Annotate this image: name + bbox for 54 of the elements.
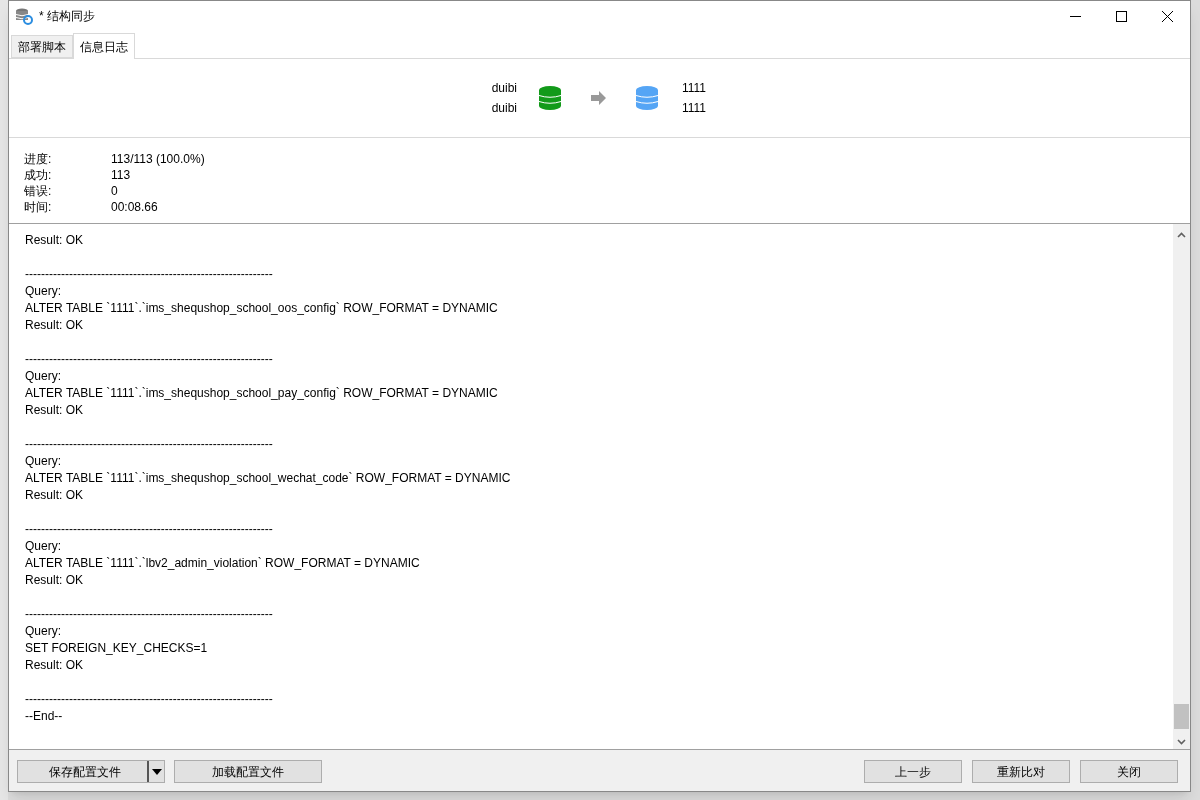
database-icon bbox=[636, 86, 658, 110]
log-line: --End-- bbox=[25, 708, 63, 725]
log-line: Query: bbox=[25, 283, 61, 300]
stat-value: 113/113 (100.0%) bbox=[111, 151, 205, 168]
scrollbar[interactable] bbox=[1173, 224, 1190, 749]
dialog-button[interactable]: 上一步 bbox=[864, 760, 962, 783]
log-line: Result: OK bbox=[25, 487, 84, 504]
database-sync-icon bbox=[15, 7, 33, 25]
log-line: -------------------------------------------------------------- bbox=[25, 436, 273, 453]
log-line: -------------------------------------------------------------- bbox=[25, 266, 273, 283]
stat-value: 0 bbox=[111, 183, 118, 200]
stat-label: 错误: bbox=[24, 183, 53, 200]
target-name: 1111 bbox=[682, 99, 708, 117]
maximize-icon bbox=[1115, 10, 1127, 22]
scroll-down-icon[interactable] bbox=[1177, 739, 1186, 745]
log-line: ALTER TABLE `1111`.`ims_shequshop_school_oos_config` ROW_FORMAT = DYNAMIC bbox=[25, 300, 498, 317]
tab[interactable]: 部署脚本 bbox=[11, 35, 73, 58]
log-line: Result: OK bbox=[25, 402, 84, 419]
stat-label: 时间: bbox=[24, 199, 53, 216]
target-name: 1111 bbox=[682, 79, 708, 97]
log-line: SET FOREIGN_KEY_CHECKS=1 bbox=[25, 640, 208, 657]
log-line: -------------------------------------------------------------- bbox=[25, 351, 273, 368]
source-name: duibi bbox=[491, 99, 517, 117]
stat-value: 113 bbox=[111, 167, 131, 184]
log-line: ALTER TABLE `1111`.`lbv2_admin_violation` ROW_FORMAT = DYNAMIC bbox=[25, 555, 420, 572]
log-line: ALTER TABLE `1111`.`ims_shequshop_school_wechat_code` ROW_FORMAT = DYNAMIC bbox=[25, 470, 511, 487]
arrow-icon bbox=[591, 91, 606, 105]
log-line: Result: OK bbox=[25, 232, 84, 249]
log-line: ALTER TABLE `1111`.`ims_shequshop_school_pay_config` ROW_FORMAT = DYNAMIC bbox=[25, 385, 498, 402]
log-line: Result: OK bbox=[25, 657, 84, 674]
scroll-up-icon[interactable] bbox=[1177, 232, 1186, 238]
log-line: Query: bbox=[25, 368, 61, 385]
log-line: -------------------------------------------------------------- bbox=[25, 521, 273, 538]
log-line: Query: bbox=[25, 538, 61, 555]
tab[interactable]: 信息日志 bbox=[73, 33, 135, 59]
stat-label: 成功: bbox=[24, 167, 53, 184]
stat-label: 进度: bbox=[24, 151, 53, 168]
window-title: * 结构同步 bbox=[39, 8, 95, 25]
caret-icon[interactable] bbox=[147, 761, 164, 782]
log-line: Result: OK bbox=[25, 317, 84, 334]
log-line: Query: bbox=[25, 623, 61, 640]
log-line: Result: OK bbox=[25, 572, 84, 589]
dialog-button[interactable]: 关闭 bbox=[1080, 760, 1178, 783]
close-icon bbox=[1161, 10, 1173, 22]
save-config-button[interactable]: 保存配置文件 bbox=[17, 760, 165, 783]
database-icon bbox=[539, 86, 561, 110]
stat-value: 00:08.66 bbox=[111, 199, 158, 216]
log-line: -------------------------------------------------------------- bbox=[25, 606, 273, 623]
dialog-button[interactable]: 重新比对 bbox=[972, 760, 1070, 783]
load-config-button[interactable]: 加载配置文件 bbox=[174, 760, 322, 783]
source-name: duibi bbox=[491, 79, 517, 97]
scrollbar-thumb[interactable] bbox=[1174, 704, 1189, 729]
log-line: Query: bbox=[25, 453, 61, 470]
log-line: -------------------------------------------------------------- bbox=[25, 691, 273, 708]
